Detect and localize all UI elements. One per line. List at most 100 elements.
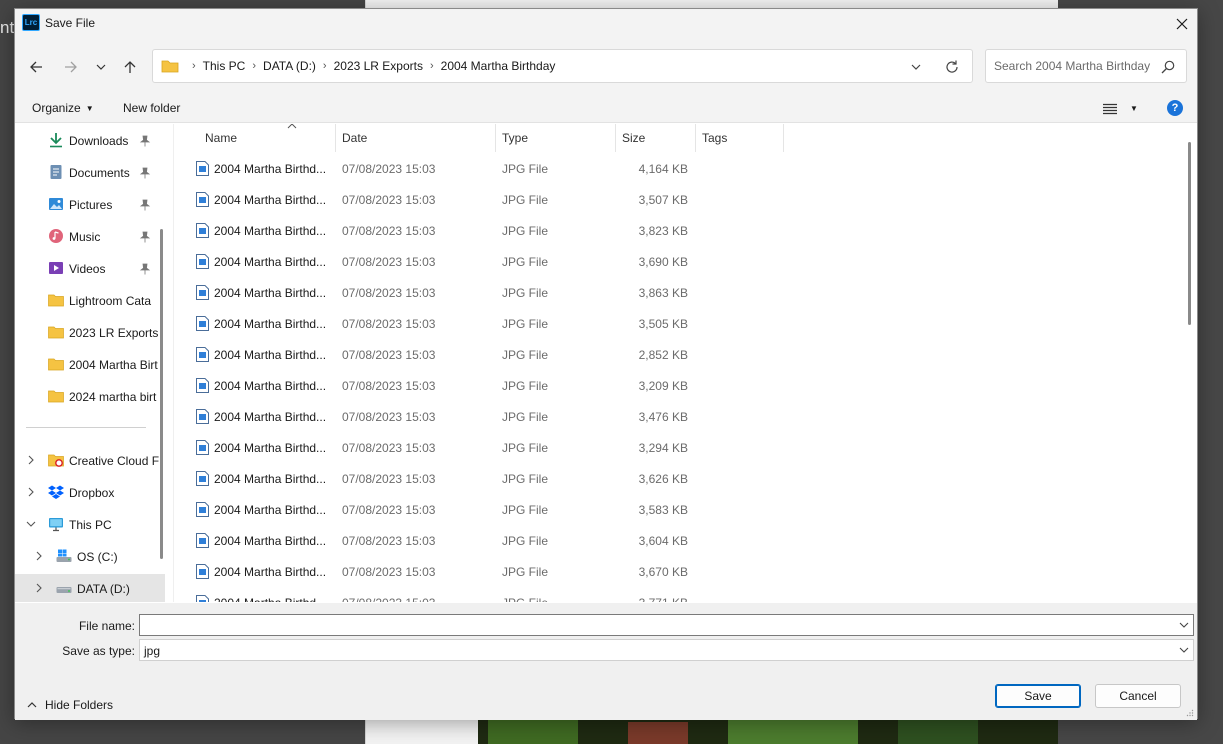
- background-photo: [478, 718, 1058, 744]
- file-row[interactable]: 2004 Martha Birthd... 07/08/2023 15:03 JPG…: [184, 432, 694, 463]
- breadcrumb-this-pc[interactable]: This PC: [203, 59, 246, 73]
- caret-down-icon: ▼: [85, 104, 94, 113]
- resize-grip-icon[interactable]: [1186, 709, 1194, 717]
- search-box[interactable]: [985, 49, 1187, 83]
- chevron-down-icon[interactable]: [26, 519, 36, 529]
- nav-item-2024-martha-birthday[interactable]: 2024 martha birt: [15, 382, 165, 410]
- background-text-fragment: nt: [0, 18, 15, 37]
- file-name-label: File name:: [78, 619, 135, 633]
- column-header-size[interactable]: Size: [616, 124, 696, 152]
- pictures-icon: [49, 198, 63, 210]
- nav-item-this-pc[interactable]: This PC: [15, 510, 165, 538]
- save-file-dialog: Lrc Save File › This PC › DATA (D:) › 20…: [14, 8, 1198, 720]
- cancel-button[interactable]: Cancel: [1095, 684, 1181, 708]
- forward-button[interactable]: [60, 56, 82, 78]
- chevron-right-icon[interactable]: [26, 487, 36, 497]
- data-drive-icon: [56, 587, 72, 593]
- file-row[interactable]: 2004 Martha Birthd... 07/08/2023 15:03 JPG…: [184, 339, 694, 370]
- file-list-scrollbar[interactable]: [1188, 142, 1191, 325]
- jpg-file-icon: [196, 285, 209, 300]
- organize-button[interactable]: Organize ▼: [32, 101, 94, 115]
- file-name: 2004 Martha Birthd...: [214, 379, 326, 393]
- recent-locations-button[interactable]: [90, 56, 112, 78]
- nav-item-lightroom-catalog[interactable]: Lightroom Cata: [15, 286, 165, 314]
- file-row[interactable]: 2004 Martha Birthd... 07/08/2023 15:03 JPG…: [184, 494, 694, 525]
- file-type: JPG File: [502, 193, 549, 207]
- breadcrumb-separator: ›: [192, 60, 196, 72]
- search-input[interactable]: [994, 58, 1154, 74]
- file-row[interactable]: 2004 Martha Birthd... 07/08/2023 15:03 JPG…: [184, 184, 694, 215]
- refresh-icon[interactable]: [943, 58, 961, 76]
- nav-item-creative-cloud[interactable]: Creative Cloud F: [15, 446, 165, 474]
- nav-item-documents[interactable]: Documents: [15, 158, 165, 186]
- save-button[interactable]: Save: [995, 684, 1081, 708]
- file-row[interactable]: 2004 Martha Birthd... 07/08/2023 15:03 JPG…: [184, 401, 694, 432]
- file-type: JPG File: [502, 472, 549, 486]
- change-view-button[interactable]: ▼: [1103, 100, 1143, 118]
- nav-item-2023-lr-exports[interactable]: 2023 LR Exports: [15, 318, 165, 346]
- file-name-field[interactable]: [139, 614, 1194, 636]
- back-button[interactable]: [25, 56, 47, 78]
- nav-label: DATA (D:): [77, 582, 130, 596]
- address-bar[interactable]: › This PC › DATA (D:) › 2023 LR Exports …: [152, 49, 973, 83]
- file-row[interactable]: 2004 Martha Birthd... 07/08/2023 15:03 JPG…: [184, 525, 694, 556]
- jpg-file-icon: [196, 564, 209, 579]
- downloads-icon: [50, 133, 62, 148]
- save-as-type-select[interactable]: jpg: [139, 639, 1194, 661]
- breadcrumb-current-folder[interactable]: 2004 Martha Birthday: [441, 59, 556, 73]
- nav-item-os-drive[interactable]: OS (C:): [15, 542, 165, 570]
- file-row[interactable]: 2004 Martha Birthd... 07/08/2023 15:03 JPG…: [184, 277, 694, 308]
- address-history-chevron-icon[interactable]: [908, 59, 924, 75]
- nav-item-2004-martha-birthday[interactable]: 2004 Martha Birt: [15, 350, 165, 378]
- column-header-name[interactable]: Name: [199, 124, 336, 152]
- file-type: JPG File: [502, 503, 549, 517]
- nav-label: This PC: [69, 518, 112, 532]
- column-header-date[interactable]: Date: [336, 124, 496, 152]
- dropbox-icon: [48, 485, 64, 499]
- file-row[interactable]: 2004 Martha Birthd... 07/08/2023 15:03 JPG…: [184, 587, 694, 602]
- file-type: JPG File: [502, 255, 549, 269]
- jpg-file-icon: [196, 316, 209, 331]
- file-name-input[interactable]: [143, 618, 1163, 632]
- sort-ascending-icon: [287, 124, 297, 129]
- breadcrumb-separator: ›: [429, 60, 434, 72]
- nav-scrollbar[interactable]: [160, 229, 163, 559]
- chevron-down-icon[interactable]: [1179, 620, 1189, 630]
- file-row[interactable]: 2004 Martha Birthd... 07/08/2023 15:03 JPG…: [184, 215, 694, 246]
- nav-item-music[interactable]: Music: [15, 222, 165, 250]
- file-row[interactable]: 2004 Martha Birthd... 07/08/2023 15:03 JPG…: [184, 153, 694, 184]
- nav-item-downloads[interactable]: Downloads: [15, 126, 165, 154]
- jpg-file-icon: [196, 440, 209, 455]
- chevron-right-icon[interactable]: [34, 583, 44, 593]
- file-size: 3,507 KB: [638, 193, 688, 207]
- file-row[interactable]: 2004 Martha Birthd... 07/08/2023 15:03 JPG…: [184, 246, 694, 277]
- nav-item-data-drive[interactable]: DATA (D:): [15, 574, 165, 602]
- help-button[interactable]: ?: [1167, 100, 1183, 116]
- this-pc-icon: [49, 518, 63, 532]
- file-type: JPG File: [502, 410, 549, 424]
- chevron-right-icon[interactable]: [26, 455, 36, 465]
- file-name: 2004 Martha Birthd...: [214, 410, 326, 424]
- nav-item-videos[interactable]: Videos: [15, 254, 165, 282]
- breadcrumb-lr-exports[interactable]: 2023 LR Exports: [334, 59, 423, 73]
- hide-folders-button[interactable]: Hide Folders: [27, 698, 113, 712]
- close-button[interactable]: [1167, 9, 1197, 39]
- breadcrumb-data-drive[interactable]: DATA (D:): [263, 59, 316, 73]
- column-header-tags[interactable]: Tags: [696, 124, 784, 152]
- file-row[interactable]: 2004 Martha Birthd... 07/08/2023 15:03 JPG…: [184, 463, 694, 494]
- close-icon: [1176, 18, 1188, 30]
- new-folder-button[interactable]: New folder: [123, 101, 180, 115]
- chevron-right-icon[interactable]: [34, 551, 44, 561]
- file-name: 2004 Martha Birthd...: [214, 193, 326, 207]
- chevron-down-icon[interactable]: [1179, 645, 1189, 655]
- file-row[interactable]: 2004 Martha Birthd... 07/08/2023 15:03 JPG…: [184, 556, 694, 587]
- nav-item-dropbox[interactable]: Dropbox: [15, 478, 165, 506]
- file-date: 07/08/2023 15:03: [342, 596, 435, 602]
- column-header-type[interactable]: Type: [496, 124, 616, 152]
- nav-item-pictures[interactable]: Pictures: [15, 190, 165, 218]
- organize-label: Organize: [32, 101, 81, 115]
- jpg-file-icon: [196, 161, 209, 176]
- file-row[interactable]: 2004 Martha Birthd... 07/08/2023 15:03 JPG…: [184, 308, 694, 339]
- file-row[interactable]: 2004 Martha Birthd... 07/08/2023 15:03 JPG…: [184, 370, 694, 401]
- up-button[interactable]: [119, 56, 141, 78]
